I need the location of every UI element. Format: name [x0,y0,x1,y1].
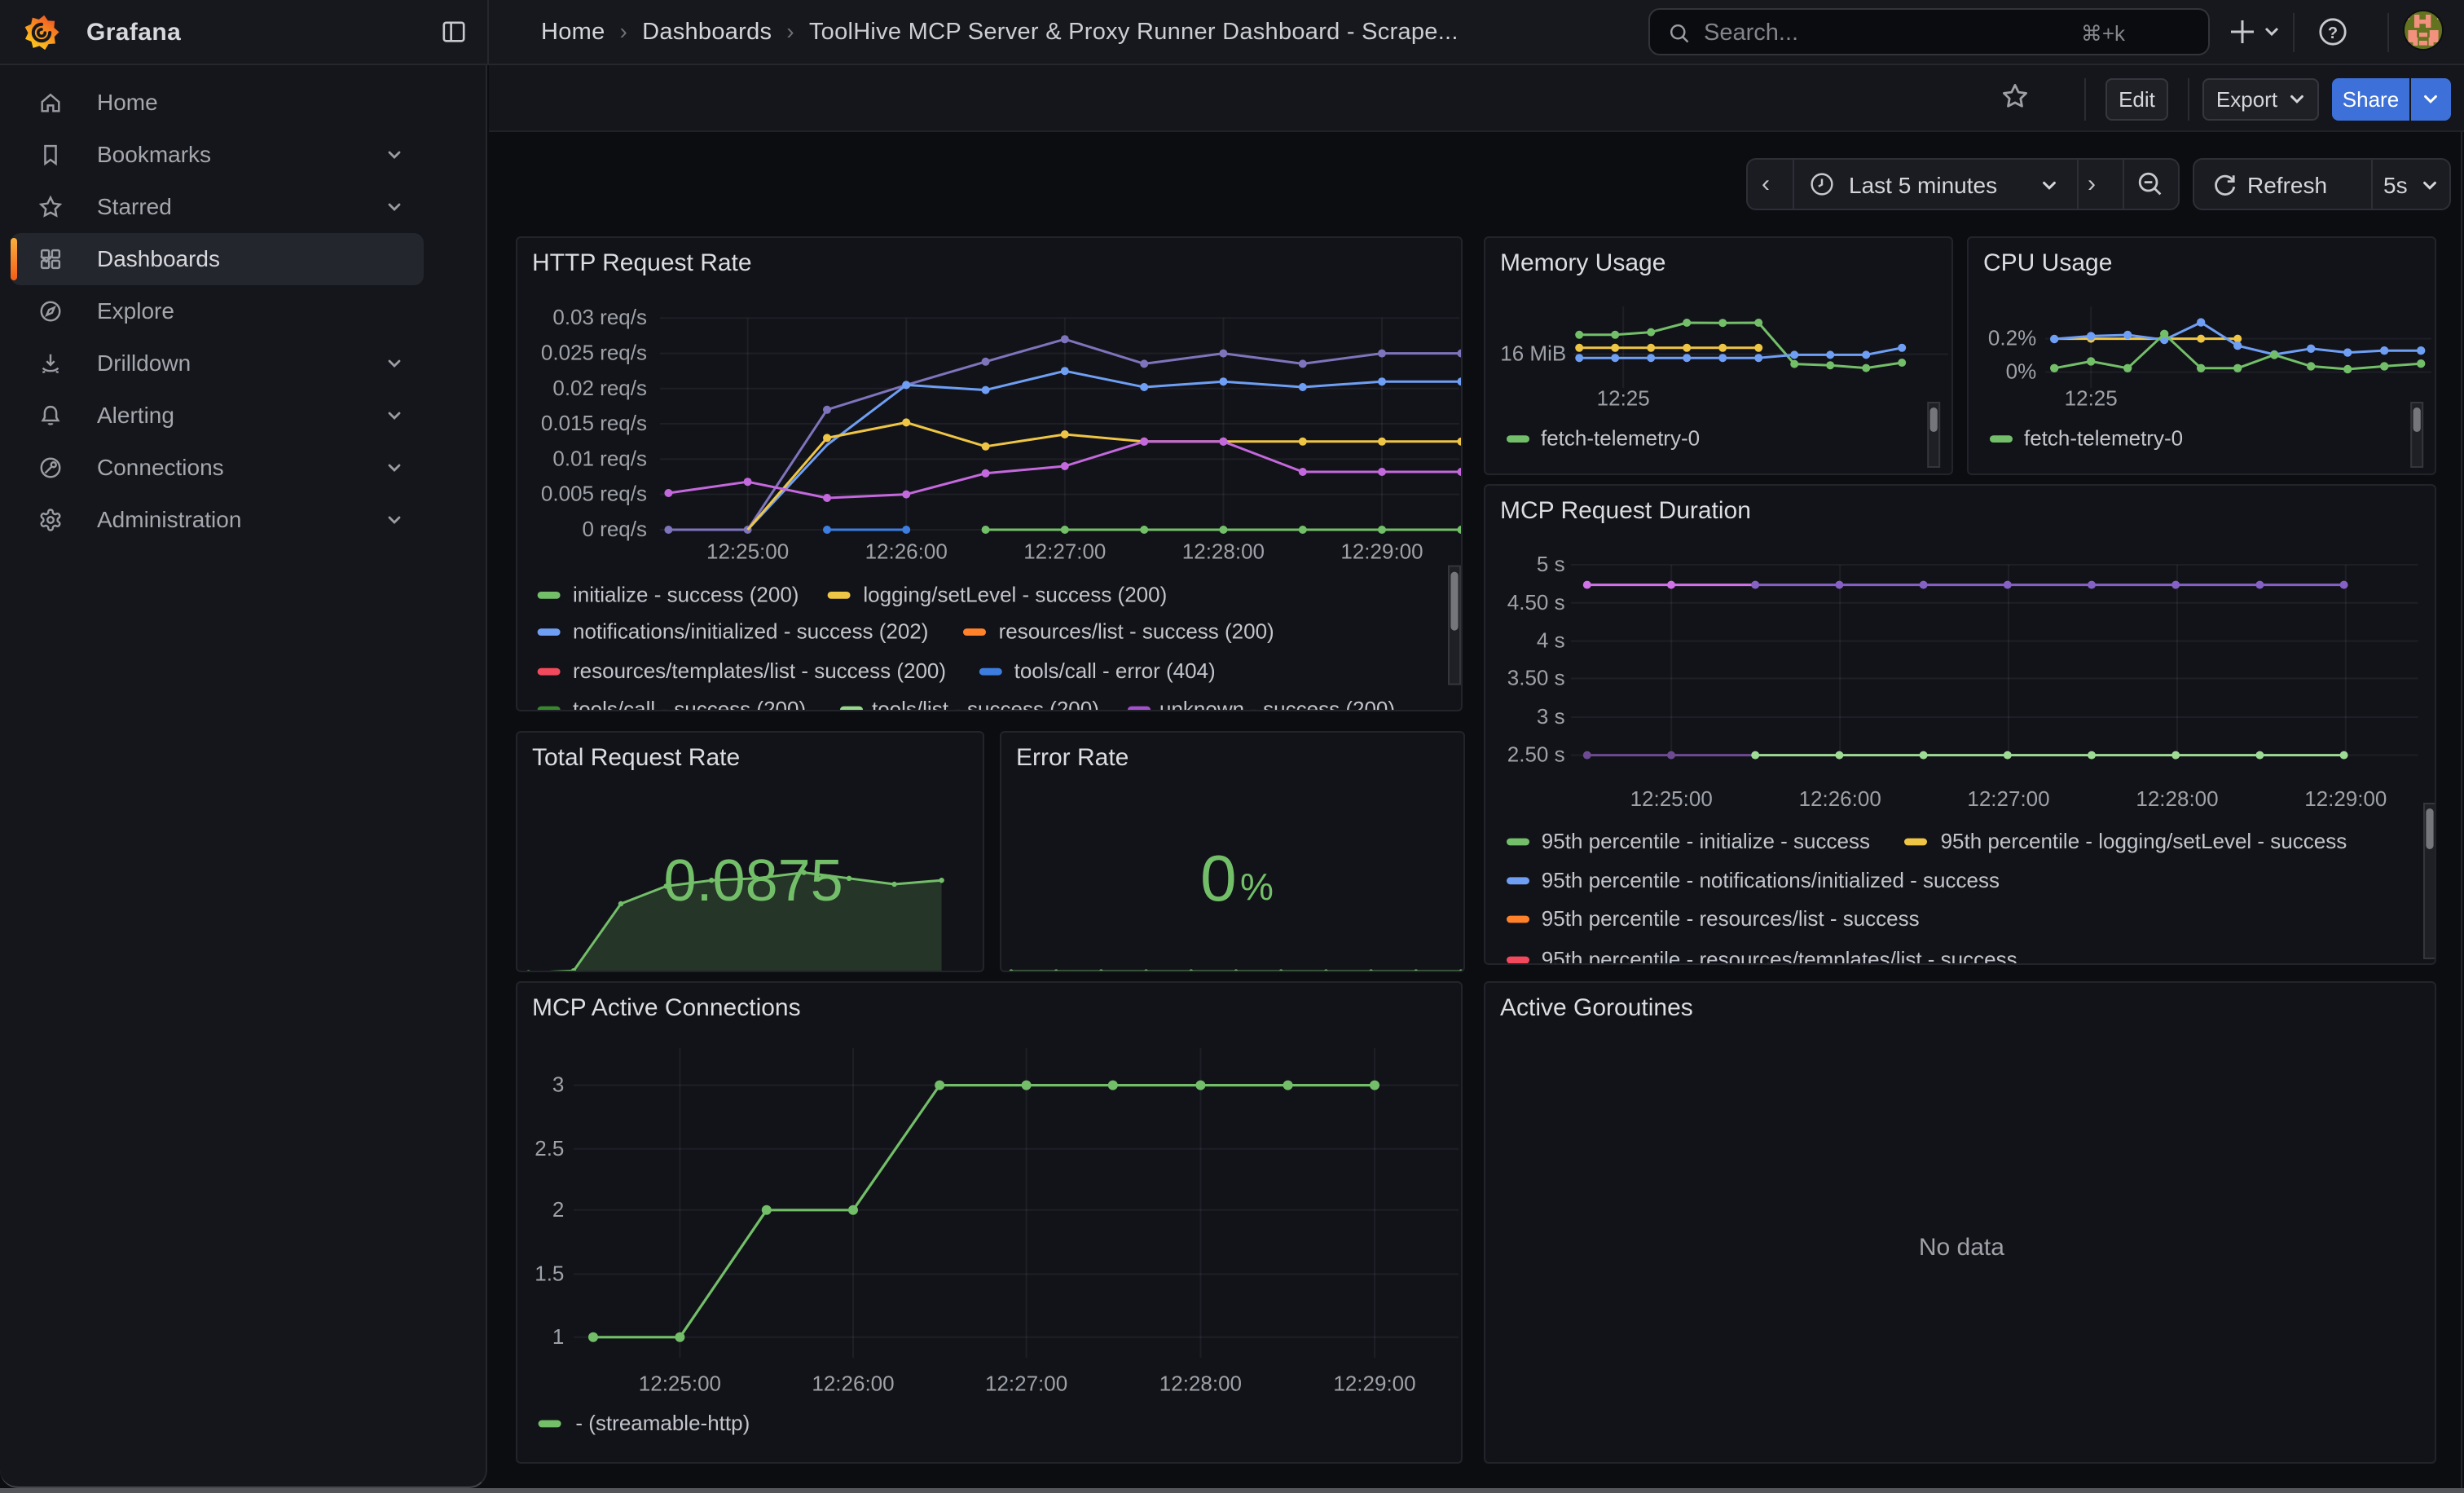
svg-text:fetch-telemetry-0: fetch-telemetry-0 [2024,426,2183,451]
svg-text:12:27:00: 12:27:00 [985,1372,1067,1396]
svg-text:notifications/initialized - su: notifications/initialized - success (202… [573,619,928,644]
svg-text:0.0875: 0.0875 [663,848,843,914]
svg-text:12:25:00: 12:25:00 [639,1372,721,1396]
svg-text:%: % [1240,865,1274,908]
svg-text:tools/call - success (200): tools/call - success (200) [573,697,806,711]
svg-text:12:27:00: 12:27:00 [1967,786,2049,811]
svg-text:logging/setLevel - success (20: logging/setLevel - success (200) [863,582,1167,606]
svg-text:0.005 req/s: 0.005 req/s [541,482,647,506]
svg-text:95th percentile - initialize -: 95th percentile - initialize - success [1542,829,1870,853]
svg-text:12:29:00: 12:29:00 [1333,1372,1415,1396]
svg-text:0: 0 [1200,842,1237,914]
svg-text:0.015 req/s: 0.015 req/s [541,411,647,435]
svg-text:12:28:00: 12:28:00 [1182,540,1265,564]
svg-text:0.025 req/s: 0.025 req/s [541,341,647,365]
svg-text:unknown - success (200): unknown - success (200) [1159,697,1395,711]
svg-text:tools/call - error (404): tools/call - error (404) [1014,658,1216,683]
svg-text:12:25: 12:25 [2065,386,2118,411]
svg-text:2.5: 2.5 [535,1136,564,1160]
svg-text:- (streamable-http): - (streamable-http) [575,1411,750,1435]
svg-text:95th percentile - resources/te: 95th percentile - resources/templates/li… [1542,947,2017,965]
svg-text:12:25:00: 12:25:00 [1630,786,1713,811]
svg-text:1.5: 1.5 [535,1261,564,1285]
svg-text:1: 1 [552,1324,564,1349]
svg-text:initialize - success (200): initialize - success (200) [573,582,799,606]
svg-text:12:26:00: 12:26:00 [1799,786,1881,811]
svg-text:3: 3 [552,1072,564,1097]
svg-text:0.03 req/s: 0.03 req/s [552,305,647,329]
svg-text:12:27:00: 12:27:00 [1023,540,1106,564]
svg-text:12:26:00: 12:26:00 [812,1372,894,1396]
svg-text:0%: 0% [2006,359,2037,384]
svg-text:12:25:00: 12:25:00 [706,540,789,564]
svg-text:16 MiB: 16 MiB [1500,341,1566,366]
svg-text:12:29:00: 12:29:00 [1340,540,1423,564]
svg-text:4.50 s: 4.50 s [1507,590,1565,614]
svg-text:5 s: 5 s [1537,552,1565,576]
svg-text:12:29:00: 12:29:00 [2304,786,2387,811]
svg-text:tools/list - success (200): tools/list - success (200) [872,697,1099,711]
svg-text:12:28:00: 12:28:00 [1159,1372,1242,1396]
svg-text:4 s: 4 s [1537,628,1565,653]
svg-text:95th percentile - resources/li: 95th percentile - resources/list - succe… [1542,906,1920,931]
svg-text:resources/list - success (200): resources/list - success (200) [999,619,1274,644]
svg-text:12:25: 12:25 [1597,386,1650,411]
svg-text:0.2%: 0.2% [1988,326,2036,350]
svg-text:12:28:00: 12:28:00 [2136,786,2218,811]
svg-text:2: 2 [552,1197,564,1222]
svg-text:fetch-telemetry-0: fetch-telemetry-0 [1541,426,1700,451]
svg-text:resources/templates/list - suc: resources/templates/list - success (200) [573,658,946,683]
svg-text:0.01 req/s: 0.01 req/s [552,446,647,470]
svg-text:0 req/s: 0 req/s [583,517,648,541]
svg-text:0.02 req/s: 0.02 req/s [552,376,647,400]
svg-text:3 s: 3 s [1537,704,1565,729]
svg-text:3.50 s: 3.50 s [1507,665,1565,689]
svg-text:No data: No data [1919,1234,2004,1261]
svg-text:95th percentile - logging/setL: 95th percentile - logging/setLevel - suc… [1941,829,2347,853]
svg-text:?: ? [2328,24,2338,42]
svg-text:12:26:00: 12:26:00 [865,540,948,564]
svg-text:2.50 s: 2.50 s [1507,742,1565,767]
svg-text:95th percentile - notification: 95th percentile - notifications/initiali… [1542,868,2000,892]
